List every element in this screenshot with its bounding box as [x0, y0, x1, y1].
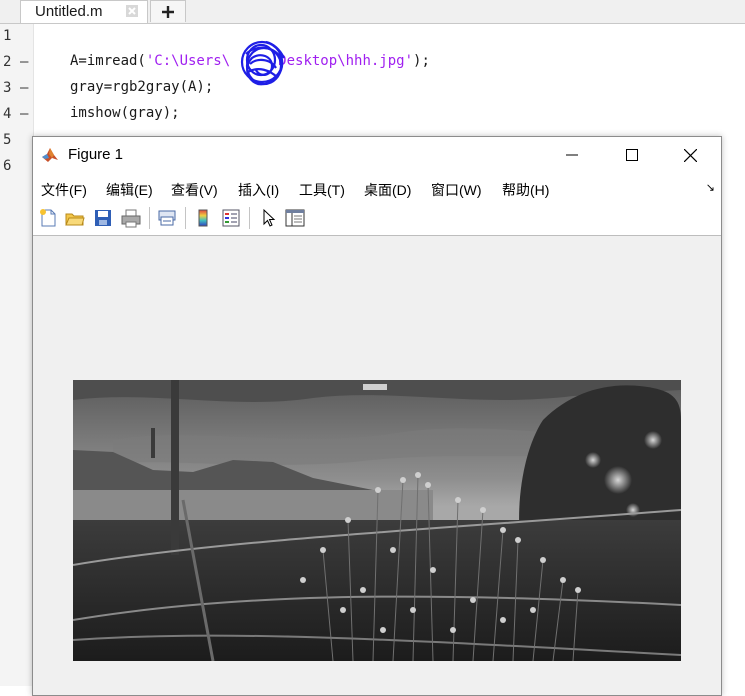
line-breakpoint-marker[interactable]: —: [20, 54, 28, 70]
menu-insert[interactable]: 插入(I): [238, 180, 279, 200]
grayscale-image: [73, 380, 681, 661]
menu-desktop[interactable]: 桌面(D): [364, 180, 411, 200]
code-line-4[interactable]: imshow(gray);: [70, 105, 180, 121]
menu-window[interactable]: 窗口(W): [431, 180, 482, 200]
toolbar-separator: [249, 207, 250, 229]
figure-menu-bar: 文件(F) 编辑(E) 查看(V) 插入(I) 工具(T) 桌面(D) 窗口(W…: [33, 173, 721, 201]
close-icon: [684, 149, 697, 162]
line-number: 2: [3, 54, 12, 70]
line-number-gutter: 1 2 — 3 — 4 — 5 6: [0, 24, 34, 686]
line-number: 1: [3, 28, 12, 44]
tab-untitled[interactable]: Untitled.m: [20, 0, 148, 23]
menu-help[interactable]: 帮助(H): [502, 180, 549, 200]
dock-arrow-icon[interactable]: ↘: [706, 181, 715, 194]
edit-plot-arrow-icon[interactable]: [259, 208, 279, 228]
redaction-scribble: [240, 40, 285, 86]
insert-legend-icon[interactable]: [221, 208, 241, 228]
line-number: 5: [3, 132, 12, 148]
tab-label: Untitled.m: [35, 3, 103, 20]
menu-file[interactable]: 文件(F): [41, 180, 87, 200]
link-plot-icon[interactable]: [157, 208, 177, 228]
editor-tab-bar: Untitled.m: [0, 0, 745, 24]
line-breakpoint-marker[interactable]: —: [20, 106, 28, 122]
add-tab-button[interactable]: [150, 0, 186, 22]
line-number: 4: [3, 106, 12, 122]
save-icon[interactable]: [93, 208, 113, 228]
close-window-button[interactable]: [667, 137, 713, 173]
line-number: 3: [3, 80, 12, 96]
line-breakpoint-marker[interactable]: —: [20, 80, 28, 96]
menu-tools[interactable]: 工具(T): [299, 180, 345, 200]
menu-edit[interactable]: 编辑(E): [106, 180, 153, 200]
figure-title-bar[interactable]: Figure 1: [33, 137, 721, 173]
minimize-button[interactable]: [549, 137, 595, 173]
toolbar-separator: [149, 207, 150, 229]
print-icon[interactable]: [121, 208, 141, 228]
figure-toolbar: [33, 201, 721, 236]
close-icon[interactable]: [125, 4, 139, 18]
line-number: 6: [3, 158, 12, 174]
insert-colorbar-icon[interactable]: [193, 208, 213, 228]
plus-icon: [162, 6, 174, 18]
figure-title: Figure 1: [68, 146, 124, 163]
open-file-icon[interactable]: [65, 208, 85, 228]
property-inspector-icon[interactable]: [285, 208, 305, 228]
maximize-button[interactable]: [609, 137, 655, 173]
toolbar-separator: [185, 207, 186, 229]
minimize-icon: [566, 154, 578, 156]
maximize-icon: [626, 149, 638, 161]
new-figure-icon[interactable]: [38, 208, 58, 228]
matlab-logo-icon: [41, 146, 59, 164]
figure-window: Figure 1 文件(F) 编辑(E) 查看(V) 插入(I) 工具(T) 桌…: [32, 136, 722, 696]
code-line-3[interactable]: gray=rgb2gray(A);: [70, 79, 213, 95]
menu-view[interactable]: 查看(V): [171, 180, 218, 200]
